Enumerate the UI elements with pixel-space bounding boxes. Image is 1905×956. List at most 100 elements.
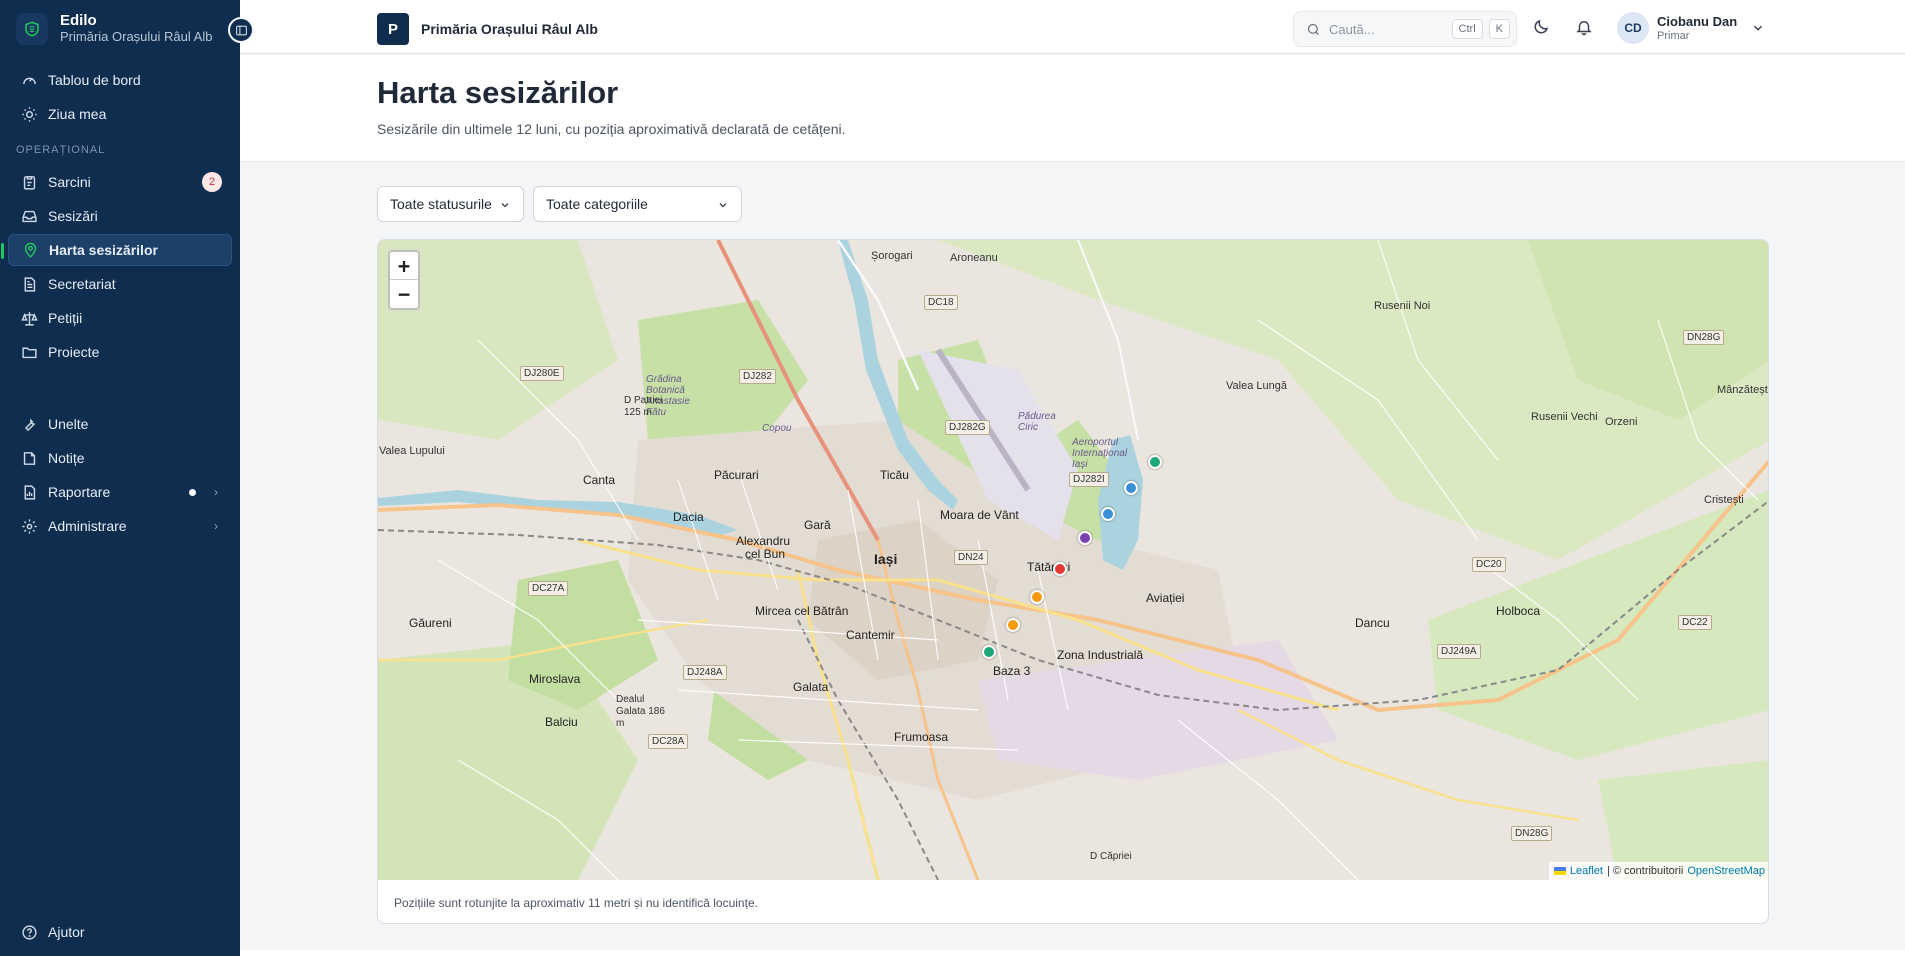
sidebar-item-petitions[interactable]: Petiții bbox=[8, 302, 232, 334]
gauge-icon bbox=[20, 71, 38, 89]
place-label: Copou bbox=[762, 423, 792, 434]
chevron-down-icon bbox=[501, 203, 509, 208]
place-label: Pădurea Ciric bbox=[1018, 411, 1056, 433]
status-filter-select[interactable]: Toate statusurile bbox=[377, 186, 524, 222]
org-switcher[interactable]: P Primăria Orașului Râul Alb bbox=[377, 13, 598, 45]
brand-title: Edilo bbox=[60, 12, 97, 29]
place-label: Iași bbox=[874, 551, 898, 567]
sidebar-item-reports-inbox[interactable]: Sesizări bbox=[8, 200, 232, 232]
help-circle-icon bbox=[20, 923, 38, 941]
chevron-down-icon bbox=[719, 203, 727, 208]
sidebar-item-help[interactable]: Ajutor bbox=[8, 916, 232, 948]
place-label: Frumoasa bbox=[894, 730, 949, 744]
notifications-button[interactable] bbox=[1574, 17, 1594, 37]
sidebar-item-tools[interactable]: Unelte bbox=[8, 408, 232, 440]
scale-icon bbox=[20, 309, 38, 327]
ukraine-flag-icon bbox=[1553, 867, 1566, 875]
chevron-right-icon: › bbox=[214, 485, 218, 499]
org-name: Primăria Orașului Râul Alb bbox=[421, 21, 598, 37]
place-label: Aviației bbox=[1146, 591, 1185, 605]
place-label: Cristești bbox=[1704, 494, 1744, 506]
page-title: Harta sesizărilor bbox=[377, 75, 619, 110]
report-marker[interactable] bbox=[1078, 531, 1092, 545]
road-shield: DJ249A bbox=[1437, 644, 1481, 659]
sidebar-item-label: Unelte bbox=[48, 416, 89, 432]
inbox-icon bbox=[20, 207, 38, 225]
zoom-in-button[interactable]: + bbox=[390, 252, 418, 280]
report-marker[interactable] bbox=[1053, 562, 1067, 576]
sidebar-item-notes[interactable]: Notițe bbox=[8, 442, 232, 474]
theme-toggle-button[interactable] bbox=[1531, 17, 1551, 37]
note-icon bbox=[20, 449, 38, 467]
place-label: Dacia bbox=[673, 510, 704, 524]
category-filter-select[interactable]: Toate categoriile bbox=[533, 186, 742, 222]
report-marker[interactable] bbox=[982, 645, 996, 659]
place-label: Găureni bbox=[409, 616, 452, 630]
place-label: Ticău bbox=[880, 468, 909, 482]
topbar: P Primăria Orașului Râul Alb Caută... Ct… bbox=[240, 0, 1905, 54]
sidebar-item-map[interactable]: Harta sesizărilor bbox=[1, 234, 232, 266]
place-label: Rusenii Vechi bbox=[1531, 411, 1598, 423]
road-shield: DJ282I bbox=[1069, 472, 1109, 487]
place-label: Zona Industrială bbox=[1057, 648, 1144, 662]
status-filter-value: Toate statusurile bbox=[390, 196, 492, 212]
user-role: Primar bbox=[1657, 29, 1690, 42]
user-menu[interactable]: CD Ciobanu Dan Primar bbox=[1617, 12, 1765, 44]
place-label: D Patriei 125 m bbox=[624, 395, 663, 418]
map-card: Șorogari Aroneanu Rusenii Noi Valea Lung… bbox=[377, 239, 1769, 924]
sidebar-item-reporting[interactable]: Raportare › bbox=[8, 476, 232, 508]
report-marker[interactable] bbox=[1124, 481, 1138, 495]
kbd-k: K bbox=[1488, 19, 1510, 39]
road-shield: DJ248A bbox=[683, 665, 727, 680]
gear-icon bbox=[20, 517, 38, 535]
report-icon bbox=[20, 483, 38, 501]
bell-icon bbox=[1576, 21, 1592, 36]
report-marker[interactable] bbox=[1030, 590, 1044, 604]
road-shield: DJ282G bbox=[945, 420, 990, 435]
place-label: Păcurari bbox=[714, 468, 759, 482]
place-label: Canta bbox=[583, 473, 616, 487]
map-pin-icon bbox=[21, 241, 39, 259]
place-label: Balciu bbox=[545, 715, 578, 729]
sidebar-item-projects[interactable]: Proiecte bbox=[8, 336, 232, 368]
report-marker[interactable] bbox=[1148, 455, 1162, 469]
attribution-text: | © contribuitorii bbox=[1606, 865, 1684, 877]
sidebar-item-dashboard[interactable]: Tablou de bord bbox=[8, 64, 232, 96]
category-filter-value: Toate categoriile bbox=[546, 196, 648, 212]
sidebar-collapse-button[interactable] bbox=[228, 17, 254, 43]
place-label: Aeroportul Internațional Iași bbox=[1072, 437, 1128, 470]
sidebar-item-my-day[interactable]: Ziua mea bbox=[8, 98, 232, 130]
osm-link[interactable]: OpenStreetMap bbox=[1687, 865, 1765, 877]
place-label: Aroneanu bbox=[950, 252, 998, 264]
sidebar-item-label: Ziua mea bbox=[48, 106, 107, 122]
avatar: CD bbox=[1617, 12, 1649, 44]
sidebar-item-label: Proiecte bbox=[48, 344, 100, 360]
zoom-out-button[interactable]: − bbox=[390, 280, 418, 308]
moon-icon bbox=[1534, 19, 1549, 34]
report-marker[interactable] bbox=[1006, 618, 1020, 632]
search-input[interactable]: Caută... Ctrl K bbox=[1293, 11, 1517, 47]
place-label: Moara de Vânt bbox=[940, 508, 1019, 522]
shield-logo-icon bbox=[16, 12, 48, 45]
search-placeholder: Caută... bbox=[1329, 21, 1375, 37]
sidebar-item-label: Secretariat bbox=[48, 276, 116, 292]
leaflet-link[interactable]: Leaflet bbox=[1570, 865, 1603, 877]
brand[interactable]: Edilo Primăria Orașului Râul Alb bbox=[16, 12, 212, 45]
sidebar-item-secretariat[interactable]: Secretariat bbox=[8, 268, 232, 300]
sidebar-item-label: Administrare bbox=[48, 518, 127, 534]
report-marker[interactable] bbox=[1101, 507, 1115, 521]
sidebar-item-administration[interactable]: Administrare › bbox=[8, 510, 232, 542]
nav-help: Ajutor bbox=[8, 916, 232, 950]
road-shield: DJ280E bbox=[520, 366, 564, 381]
sidebar-item-label: Petiții bbox=[48, 310, 83, 326]
brand-subtitle: Primăria Orașului Râul Alb bbox=[60, 29, 213, 44]
sun-icon bbox=[20, 105, 38, 123]
place-label: Galata bbox=[793, 680, 829, 694]
place-label: Orzeni bbox=[1605, 416, 1638, 428]
place-label: Șorogari bbox=[871, 250, 913, 262]
place-label: Cantemir bbox=[846, 628, 895, 642]
map-view[interactable]: Șorogari Aroneanu Rusenii Noi Valea Lung… bbox=[378, 240, 1768, 880]
place-label: Alexandru bbox=[736, 534, 791, 548]
sidebar-item-label: Ajutor bbox=[48, 924, 85, 940]
sidebar-item-tasks[interactable]: Sarcini 2 bbox=[8, 166, 232, 198]
